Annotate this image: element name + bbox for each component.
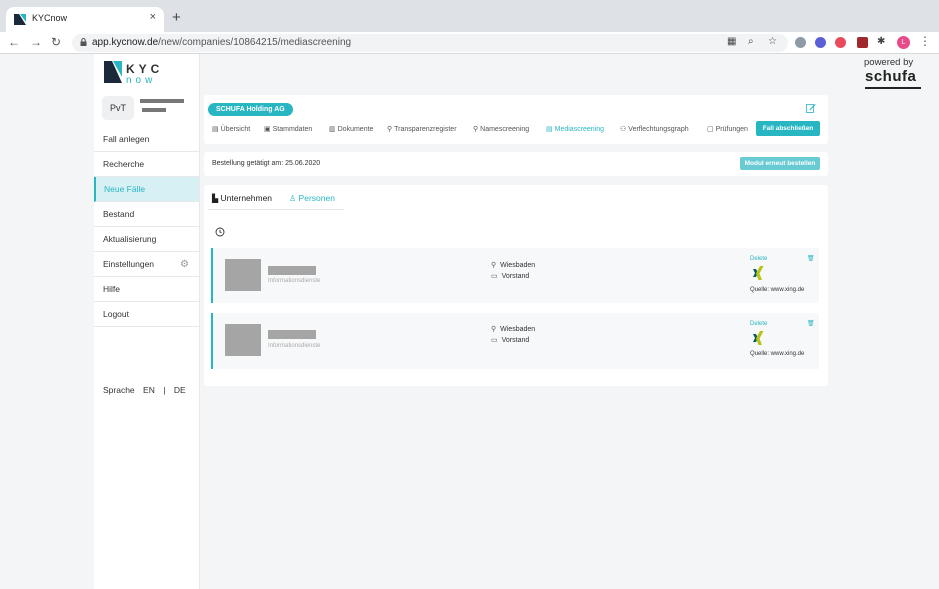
location-pin-icon: ⚲ <box>491 326 497 333</box>
xing-logo-icon <box>753 331 764 345</box>
sidebar-item-bestand[interactable]: Bestand <box>94 202 199 227</box>
result-item[interactable]: Informationsdienste ⚲ Wiesbaden ▭ Vorstand… <box>211 313 819 369</box>
sidebar: KYC now PvT Fall anlegen Recherche Neue … <box>94 54 200 589</box>
extension-icon-2[interactable] <box>815 37 826 48</box>
clock-icon <box>215 227 225 237</box>
lang-separator: | <box>163 385 166 395</box>
result-source: Quelle: www.xing.de <box>750 351 805 357</box>
tab-verflechtungsgraph[interactable]: ⚇ Verflechtungsgraph <box>620 125 689 133</box>
user-avatar[interactable]: PvT <box>102 96 134 120</box>
location-pin-icon: ⚲ <box>491 262 497 269</box>
result-item[interactable]: Informationsdienste ⚲ Wiesbaden ▭ Vorstand… <box>211 248 819 303</box>
redacted-result-name <box>268 266 316 275</box>
result-location: ⚲ Wiesbaden <box>491 326 536 333</box>
language-switcher: Sprache EN | DE <box>103 385 192 395</box>
powered-by-text: powered by <box>864 57 914 68</box>
trash-icon[interactable]: 🗑 <box>807 255 815 262</box>
sidebar-item-einstellungen[interactable]: Einstellungen ⚙ <box>94 252 199 277</box>
tab-stammdaten[interactable]: ▣ Stammdaten <box>264 125 312 133</box>
subtab-unternehmen[interactable]: ▙ Unternehmen <box>212 193 272 203</box>
sidebar-item-recherche[interactable]: Recherche <box>94 152 199 177</box>
sidebar-item-hilfe[interactable]: Hilfe <box>94 277 199 302</box>
reload-icon[interactable]: ↻ <box>51 35 61 49</box>
overview-icon: ▤ <box>212 126 219 133</box>
profile-avatar[interactable]: L <box>897 36 910 49</box>
lock-icon <box>80 38 87 46</box>
new-tab-icon[interactable]: + <box>172 9 181 26</box>
translate-icon[interactable]: ▦ <box>727 36 736 47</box>
bookmark-star-icon[interactable]: ☆ <box>768 36 777 47</box>
briefcase-icon: ▭ <box>491 273 498 280</box>
delete-link[interactable]: Delete <box>750 321 767 327</box>
redacted-user-name <box>140 99 184 103</box>
tab-dokumente[interactable]: ▥ Dokumente <box>329 125 373 133</box>
result-thumbnail <box>225 324 261 356</box>
documents-icon: ▥ <box>329 126 336 133</box>
result-location: ⚲ Wiesbaden <box>491 262 536 269</box>
result-source: Quelle: www.xing.de <box>750 287 805 293</box>
delete-link[interactable]: Delete <box>750 256 767 262</box>
gear-icon: ⚙ <box>180 259 189 270</box>
back-icon[interactable]: ← <box>8 35 20 49</box>
kycnow-favicon <box>14 14 26 25</box>
schufa-logo: schufa <box>865 68 917 85</box>
company-icon: ▙ <box>212 194 219 203</box>
master-data-icon: ▣ <box>264 126 271 133</box>
company-badge: SCHUFA Holding AG <box>208 103 293 116</box>
tab-namescreening[interactable]: ⚲ Namescreening <box>473 125 529 133</box>
language-label: Sprache <box>103 385 135 395</box>
sidebar-item-fall-anlegen[interactable]: Fall anlegen <box>94 127 199 152</box>
tab-pruefungen[interactable]: ▢ Prüfungen <box>707 125 748 133</box>
tab-mediascreening[interactable]: ▤ Mediascreening <box>546 125 604 133</box>
mediascreening-icon: ▤ <box>546 126 553 133</box>
xing-logo-icon <box>753 266 764 280</box>
lang-en-link[interactable]: EN <box>143 385 155 395</box>
redacted-user-detail <box>142 108 166 112</box>
result-subtitle: Informationsdienste <box>268 278 321 284</box>
subtab-personen[interactable]: ♙ Personen <box>289 193 335 203</box>
address-bar[interactable]: app.kycnow.de/new/companies/10864215/med… <box>72 34 788 52</box>
register-icon: ⚲ <box>387 126 393 133</box>
lang-de-link[interactable]: DE <box>174 385 186 395</box>
trash-icon[interactable]: 🗑 <box>807 320 815 327</box>
order-date-text: Bestellung getätigt am: 25.06.2020 <box>212 160 321 167</box>
schufa-logo-underline <box>865 87 921 89</box>
close-case-button[interactable]: Fall abschließen <box>756 121 820 136</box>
checks-icon: ▢ <box>707 126 714 133</box>
zoom-icon[interactable]: ⌕ <box>748 36 754 47</box>
browser-menu-icon[interactable]: ⋮ <box>919 34 931 48</box>
browser-tab[interactable]: KYCnow × <box>6 7 164 32</box>
extensions-puzzle-icon[interactable]: ✱ <box>877 36 885 47</box>
extension-icon-1[interactable] <box>795 37 806 48</box>
briefcase-icon: ▭ <box>491 337 498 344</box>
sidebar-item-aktualisierung[interactable]: Aktualisierung <box>94 227 199 252</box>
url-text: app.kycnow.de/new/companies/10864215/med… <box>92 37 352 48</box>
redacted-result-name <box>268 330 316 339</box>
subtab-divider <box>208 209 344 210</box>
tab-uebersicht[interactable]: ▤ Übersicht <box>212 125 250 133</box>
tab-transparenzregister[interactable]: ⚲ Transparenzregister <box>387 125 457 133</box>
reorder-module-button[interactable]: Modul erneut bestellen <box>740 157 820 170</box>
result-role: ▭ Vorstand <box>491 337 530 344</box>
forward-icon[interactable]: → <box>30 35 42 49</box>
sidebar-item-logout[interactable]: Logout <box>94 302 199 327</box>
extension-icon-3[interactable] <box>835 37 846 48</box>
header-area: powered by schufa <box>94 54 939 92</box>
close-tab-icon[interactable]: × <box>150 11 156 23</box>
result-subtitle: Informationsdienste <box>268 343 321 349</box>
browser-tab-title: KYCnow <box>32 13 68 23</box>
browser-tabstrip: KYCnow × + <box>0 0 939 32</box>
person-icon: ♙ <box>289 194 297 203</box>
result-role: ▭ Vorstand <box>491 273 530 280</box>
result-thumbnail <box>225 259 261 291</box>
extension-icon-4[interactable] <box>857 37 868 48</box>
graph-icon: ⚇ <box>620 126 627 133</box>
company-header-card <box>204 95 828 144</box>
sidebar-item-neue-faelle[interactable]: Neue Fälle <box>94 177 199 202</box>
edit-icon[interactable] <box>806 103 816 113</box>
browser-toolbar: ← → ↻ app.kycnow.de/new/companies/108642… <box>0 32 939 54</box>
namescreening-icon: ⚲ <box>473 126 479 133</box>
